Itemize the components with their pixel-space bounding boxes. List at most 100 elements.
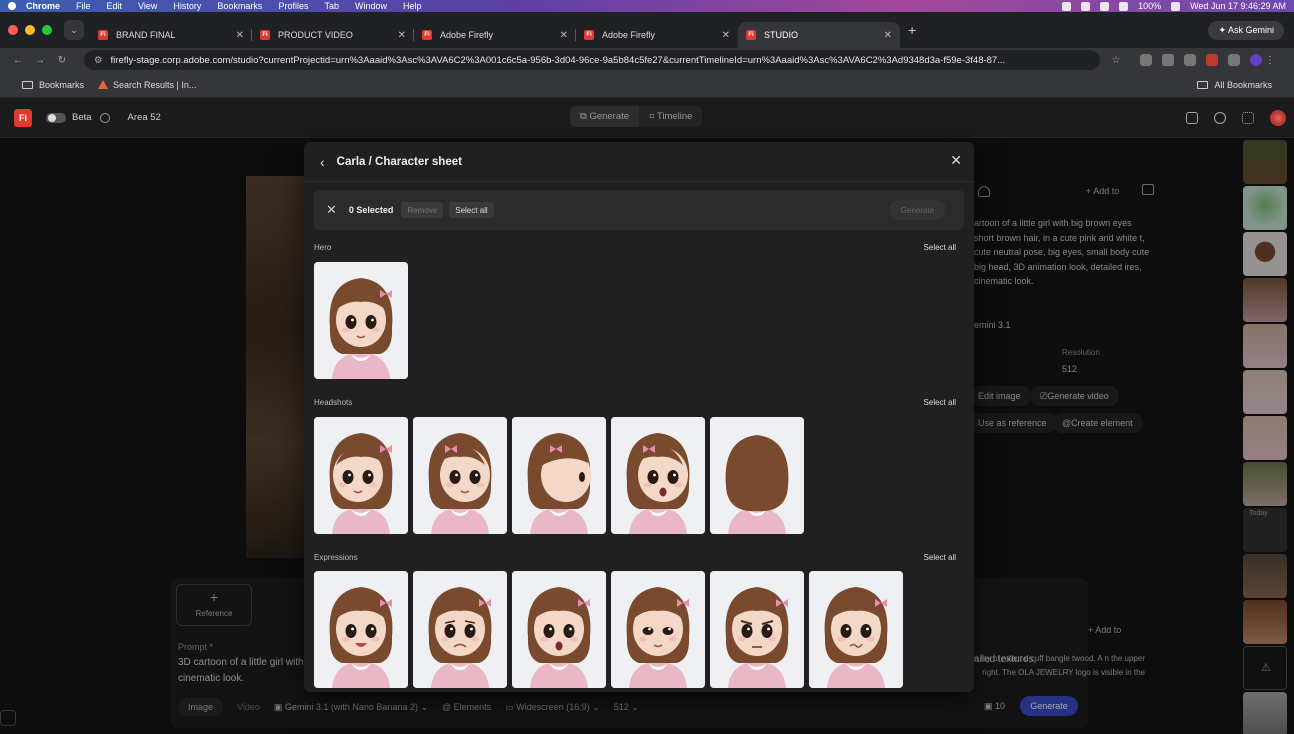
selected-count: 0 Selected [348,205,394,215]
bookmark-star-icon[interactable]: ☆ [1108,55,1124,66]
more-menu-icon[interactable]: ⋮ [1262,55,1278,66]
character-image-card[interactable] [809,571,903,688]
clock[interactable]: Wed Jun 17 9:46:29 AM [1190,1,1286,11]
clear-selection-icon[interactable]: ✕ [326,202,337,218]
tab-timeline-label: Timeline [656,111,693,122]
character-illustration [611,417,705,534]
character-image-card[interactable] [413,417,507,534]
character-image-card[interactable] [611,417,705,534]
select-all-button[interactable]: Select all [449,202,494,218]
modal-title: Carla / Character sheet [336,155,462,168]
menu-window[interactable]: Window [355,1,387,11]
comment-icon[interactable] [1186,112,1198,124]
generate-button-disabled[interactable]: Generate [888,200,946,220]
tab-brand-final[interactable]: Fi BRAND FINAL ✕ [90,22,252,48]
menu-profiles[interactable]: Profiles [278,1,308,11]
back-icon[interactable]: ← [10,55,26,66]
extension-icon[interactable] [1162,54,1174,66]
ask-gemini-button[interactable]: ✦ Ask Gemini [1208,20,1284,40]
character-illustration [413,417,507,534]
timeline-icon: ⌗ [649,111,657,122]
character-image-card[interactable] [314,571,408,688]
close-tab-icon[interactable]: ✕ [236,30,244,41]
close-tab-icon[interactable]: ✕ [884,30,892,41]
menu-tab[interactable]: Tab [324,1,339,11]
project-name[interactable]: Area 52 [128,112,161,123]
reload-icon[interactable]: ↻ [54,55,70,66]
minimize-window-icon[interactable] [25,25,35,35]
tab-generate[interactable]: ⧉ Generate [570,106,640,127]
avatar[interactable] [1270,110,1286,126]
all-bookmarks[interactable]: All Bookmarks [1197,80,1272,90]
character-image-card[interactable] [512,571,606,688]
character-image-card[interactable] [413,571,507,688]
hero-cards [314,262,408,379]
close-tab-icon[interactable]: ✕ [722,30,730,41]
site-info-icon[interactable]: ⚙ [94,55,103,66]
back-chevron-icon[interactable]: ‹ [320,154,325,170]
extension-icon[interactable] [1206,54,1218,66]
new-tab-icon[interactable]: + [908,22,916,38]
warning-icon [98,80,109,89]
apple-icon[interactable] [8,2,16,10]
maximize-window-icon[interactable] [42,25,52,35]
tab-label: Adobe Firefly [602,30,656,40]
character-illustration [611,571,705,688]
extensions-puzzle-icon[interactable] [1228,54,1240,66]
menu-app[interactable]: Chrome [26,1,60,11]
extension-icon[interactable] [1184,54,1196,66]
profile-avatar[interactable] [1250,54,1262,66]
tab-label: BRAND FINAL [116,30,176,40]
apps-grid-icon[interactable] [1242,112,1254,124]
wifi-icon[interactable] [1119,1,1129,11]
remove-button[interactable]: Remove [401,202,444,218]
bookmark-search-results[interactable]: Search Results | In... [98,80,196,90]
tab-adobe-firefly-2[interactable]: Fi Adobe Firefly ✕ [576,22,738,48]
battery-icon[interactable] [1171,1,1181,11]
character-illustration [710,571,804,688]
firefly-favicon-icon: Fi [98,30,108,40]
tab-timeline[interactable]: ⌗ Timeline [639,106,702,127]
menu-help[interactable]: Help [403,1,422,11]
url-field[interactable]: ⚙ firefly-stage.corp.adobe.com/studio?cur… [84,50,1100,70]
firefly-favicon-icon: Fi [260,30,270,40]
status-icon[interactable] [1100,1,1110,11]
close-window-icon[interactable] [8,25,18,35]
character-image-card[interactable] [314,417,408,534]
status-icon[interactable] [1062,1,1072,11]
menu-history[interactable]: History [173,1,201,11]
status-icon[interactable] [1081,1,1091,11]
character-image-card[interactable] [710,417,804,534]
close-icon[interactable]: ✕ [950,152,962,169]
tab-adobe-firefly-1[interactable]: Fi Adobe Firefly ✕ [414,22,576,48]
extension-icon[interactable] [1140,54,1152,66]
close-tab-icon[interactable]: ✕ [398,30,406,41]
firefly-favicon-icon: Fi [422,30,432,40]
character-image-card[interactable] [512,417,606,534]
beta-toggle[interactable] [46,112,66,123]
select-all-expressions[interactable]: Select all [924,553,956,562]
headshot-cards [314,417,804,534]
firefly-logo[interactable]: Fi [14,108,32,127]
tab-studio[interactable]: Fi STUDIO ✕ [738,22,900,48]
battery-text: 100% [1138,1,1162,11]
info-icon[interactable] [99,112,110,123]
character-image-card[interactable] [611,571,705,688]
menu-view[interactable]: View [138,1,157,11]
menu-file[interactable]: File [76,1,91,11]
character-image-card[interactable] [710,571,804,688]
beta-label: Beta [72,112,92,123]
character-image-card[interactable] [314,262,408,379]
forward-icon[interactable]: → [32,55,48,66]
menu-edit[interactable]: Edit [107,1,123,11]
select-all-hero[interactable]: Select all [924,243,956,252]
bookmark-label: Bookmarks [39,79,85,90]
tab-search-icon[interactable]: ⌄ [64,20,84,40]
close-tab-icon[interactable]: ✕ [560,30,568,41]
tab-product-video[interactable]: Fi PRODUCT VIDEO ✕ [252,22,414,48]
select-all-headshots[interactable]: Select all [924,398,956,407]
menu-bookmarks[interactable]: Bookmarks [217,1,262,11]
bookmark-folder[interactable]: Bookmarks [22,80,84,90]
character-illustration [314,571,408,688]
help-icon[interactable] [1214,112,1226,124]
